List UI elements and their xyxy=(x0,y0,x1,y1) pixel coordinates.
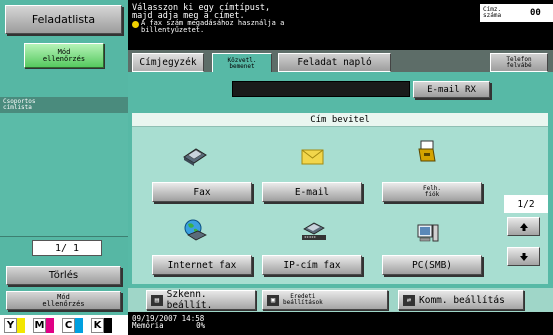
address-count-label-2: száma xyxy=(483,12,502,19)
page-down-button[interactable] xyxy=(507,247,540,266)
scan-settings-label: Szkenn. beállít. xyxy=(166,289,213,311)
mode-check-bottom-button[interactable]: Mód ellenőrzés xyxy=(6,291,121,310)
message-note: A fax szám megadásához használja a bille… xyxy=(132,20,472,33)
main-panel: E-mail RX Cím bevitel Fax E-mail Felh. f… xyxy=(128,72,553,312)
page-counter-text: 1/ 1 xyxy=(54,242,80,254)
user-box-label-2: fiók xyxy=(424,191,440,198)
page-indicator-text: 1/2 xyxy=(517,198,535,210)
svg-text:*****: ***** xyxy=(304,236,317,241)
section-title: Cím bevitel xyxy=(132,113,548,127)
settings-bar: ▤ Szkenn. beállít. ▣ Eredeti beállítások… xyxy=(128,288,553,312)
email-button[interactable]: E-mail xyxy=(262,182,362,202)
comm-icon: ⇄ xyxy=(403,294,415,306)
original-settings-label-2: beállítások xyxy=(283,299,323,306)
instruction-message: Válasszon ki egy címtípust, majd adja me… xyxy=(132,4,472,33)
toner-m: M xyxy=(33,317,59,333)
toner-levels: Y M C K xyxy=(0,315,128,335)
email-rx-button[interactable]: E-mail RX xyxy=(413,81,490,98)
toner-y-bar xyxy=(17,317,25,333)
page-up-button[interactable] xyxy=(507,217,540,236)
user-box-icon xyxy=(415,139,441,162)
scan-settings-button[interactable]: ▤ Szkenn. beállít. xyxy=(146,289,256,311)
toner-c-bar xyxy=(75,317,83,333)
tab-bar: Címjegyzék Közvetl. bemenet Feladat napl… xyxy=(128,50,553,74)
pc-icon xyxy=(415,223,441,245)
info-icon xyxy=(132,21,139,28)
delete-button[interactable]: Törlés xyxy=(6,266,121,285)
fax-button[interactable]: Fax xyxy=(152,182,252,202)
tasklist-button[interactable]: Feladatlista xyxy=(5,5,122,34)
tab-job-log-label: Feladat napló xyxy=(297,57,372,68)
email-button-label: E-mail xyxy=(294,186,330,198)
copier-screen: Feladatlista Mód ellenőrzés Csoportos cí… xyxy=(0,0,553,335)
email-icon xyxy=(300,147,326,169)
left-panel: Feladatlista Mód ellenőrzés Csoportos cí… xyxy=(0,0,128,335)
ip-fax-icon: ***** xyxy=(300,219,326,241)
tasklist-button-label: Feladatlista xyxy=(31,13,96,26)
fax-icon xyxy=(182,145,208,167)
tab-addressbook-label: Címjegyzék xyxy=(139,57,197,68)
address-count-label: Címz. száma xyxy=(480,7,520,19)
address-count-value: 00 xyxy=(530,8,541,18)
internet-fax-icon xyxy=(182,219,208,241)
status-memory-value: 0% xyxy=(196,321,206,330)
toner-m-letter: M xyxy=(33,317,46,333)
tab-job-log[interactable]: Feladat napló xyxy=(278,53,391,72)
user-box-button[interactable]: Felh. fiók xyxy=(382,182,482,202)
ip-fax-button-label: IP-cím fax xyxy=(283,259,341,271)
toner-y-letter: Y xyxy=(4,317,17,333)
comm-settings-label: Komm. beállítás xyxy=(419,294,505,306)
section-title-text: Cím bevitel xyxy=(310,114,370,125)
page-indicator: 1/2 xyxy=(504,195,548,213)
scan-icon: ▤ xyxy=(151,294,163,306)
tab-addressbook[interactable]: Címjegyzék xyxy=(132,53,204,72)
status-memory-label: Memória xyxy=(132,321,164,330)
group-list-header-label-2: címlista xyxy=(3,104,32,111)
ip-fax-button[interactable]: IP-cím fax xyxy=(262,255,362,275)
toner-m-bar xyxy=(46,317,54,333)
internet-fax-button[interactable]: Internet fax xyxy=(152,255,252,275)
toner-c: C xyxy=(62,317,88,333)
pc-smb-button-label: PC(SMB) xyxy=(411,259,453,271)
original-icon: ▣ xyxy=(267,294,279,306)
email-rx-button-label: E-mail RX xyxy=(427,84,476,95)
arrow-down-icon xyxy=(519,252,528,261)
internet-fax-button-label: Internet fax xyxy=(167,259,237,271)
address-type-grid: Fax E-mail Felh. fiók ***** Internet fax… xyxy=(132,127,548,284)
toner-k-letter: K xyxy=(91,317,104,333)
tab-phonebook-label-2: felvábé xyxy=(506,61,532,69)
mode-check-button[interactable]: Mód ellenőrzés xyxy=(24,43,104,68)
group-list-header[interactable]: Csoportos címlista xyxy=(0,97,128,113)
group-list-panel: Csoportos címlista xyxy=(0,97,128,237)
status-bar: 09/19/2007 14:58 Memória 0% xyxy=(128,312,553,335)
mode-check-bottom-label-2: ellenőrzés xyxy=(42,299,85,308)
original-settings-button[interactable]: ▣ Eredeti beállítások xyxy=(262,290,388,310)
message-note-line-2: billentyűzetet. xyxy=(141,25,205,34)
group-list-body xyxy=(0,113,128,237)
status-memory: Memória 0% xyxy=(132,321,549,330)
original-settings-label: Eredeti beállítások xyxy=(283,294,323,306)
pc-smb-button[interactable]: PC(SMB) xyxy=(382,255,482,275)
tab-direct-label-2: bemenet xyxy=(229,63,255,70)
page-counter: 1/ 1 xyxy=(32,240,102,256)
toner-y: Y xyxy=(4,317,30,333)
toner-k: K xyxy=(91,317,117,333)
arrow-up-icon xyxy=(519,222,528,231)
address-display-field xyxy=(232,81,410,97)
tab-phonebook[interactable]: Telefon felvábé xyxy=(490,53,548,72)
toner-k-bar xyxy=(104,317,112,333)
delete-button-label: Törlés xyxy=(48,270,79,281)
status-datetime: 09/19/2007 14:58 xyxy=(132,314,205,323)
fax-button-label: Fax xyxy=(193,186,211,198)
toner-c-letter: C xyxy=(62,317,75,333)
address-count: Címz. száma 00 xyxy=(480,4,553,22)
mode-check-label-2: ellenőrzés xyxy=(42,54,86,63)
tab-direct-input[interactable]: Közvetl. bemenet xyxy=(212,53,272,74)
comm-settings-button[interactable]: ⇄ Komm. beállítás xyxy=(398,290,524,310)
